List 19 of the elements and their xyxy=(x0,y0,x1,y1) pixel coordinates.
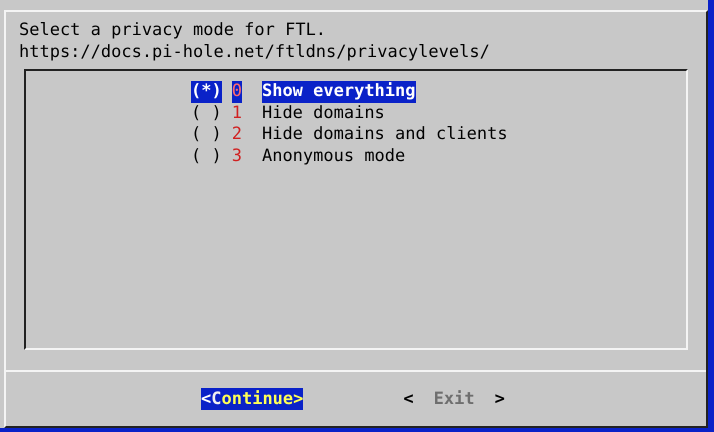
option-label: Hide domains xyxy=(262,102,385,124)
option-label: Hide domains and clients xyxy=(262,124,508,146)
radio-option[interactable]: ( ) 2 Hide domains and clients xyxy=(191,124,508,146)
option-number: 1 xyxy=(232,102,242,124)
radio-marker: (*) xyxy=(191,81,222,103)
option-number: 3 xyxy=(232,146,242,168)
radio-option[interactable]: ( ) 3 Anonymous mode xyxy=(191,146,406,168)
radio-option[interactable]: (*) 0 Show everything xyxy=(191,81,416,103)
prompt-text: https://docs.pi-hole.net/ftldns/privacylevels/ xyxy=(19,41,490,63)
option-label: Anonymous mode xyxy=(262,146,406,168)
option-number: 0 xyxy=(232,81,242,103)
option-number: 2 xyxy=(232,124,242,146)
radio-marker: ( ) xyxy=(191,124,222,146)
radio-marker: ( ) xyxy=(191,102,222,124)
radio-marker: ( ) xyxy=(191,146,222,168)
radio-option[interactable]: ( ) 1 Hide domains xyxy=(191,102,385,124)
prompt-text: Select a privacy mode for FTL. xyxy=(19,19,326,41)
exit-button[interactable]: < Exit > xyxy=(403,388,505,410)
option-label: Show everything xyxy=(262,81,416,103)
